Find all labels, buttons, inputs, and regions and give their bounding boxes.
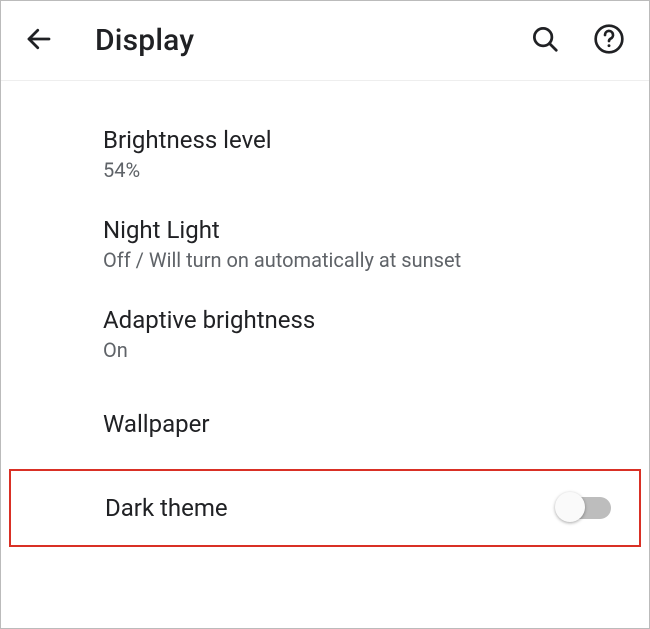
- search-button[interactable]: [527, 23, 563, 59]
- search-icon: [530, 24, 560, 58]
- setting-subtitle: On: [103, 338, 613, 362]
- setting-subtitle: Off / Will turn on automatically at suns…: [103, 248, 613, 272]
- settings-list: Brightness level 54% Night Light Off / W…: [1, 81, 649, 547]
- setting-title: Dark theme: [105, 494, 559, 522]
- toggle-thumb: [555, 492, 585, 522]
- dark-theme-toggle[interactable]: [559, 497, 611, 519]
- help-button[interactable]: [591, 23, 627, 59]
- page-title: Display: [95, 23, 499, 58]
- setting-title: Brightness level: [103, 126, 613, 154]
- dark-theme-row[interactable]: Dark theme: [9, 469, 641, 547]
- back-button[interactable]: [23, 25, 55, 57]
- back-arrow-icon: [24, 24, 54, 58]
- app-bar: Display: [1, 1, 649, 81]
- brightness-level-row[interactable]: Brightness level 54%: [1, 109, 649, 199]
- wallpaper-row[interactable]: Wallpaper: [1, 379, 649, 469]
- setting-title: Wallpaper: [103, 410, 613, 438]
- setting-title: Adaptive brightness: [103, 306, 613, 334]
- night-light-row[interactable]: Night Light Off / Will turn on automatic…: [1, 199, 649, 289]
- adaptive-brightness-row[interactable]: Adaptive brightness On: [1, 289, 649, 379]
- setting-title: Night Light: [103, 216, 613, 244]
- help-icon: [593, 23, 625, 59]
- setting-subtitle: 54%: [103, 158, 613, 182]
